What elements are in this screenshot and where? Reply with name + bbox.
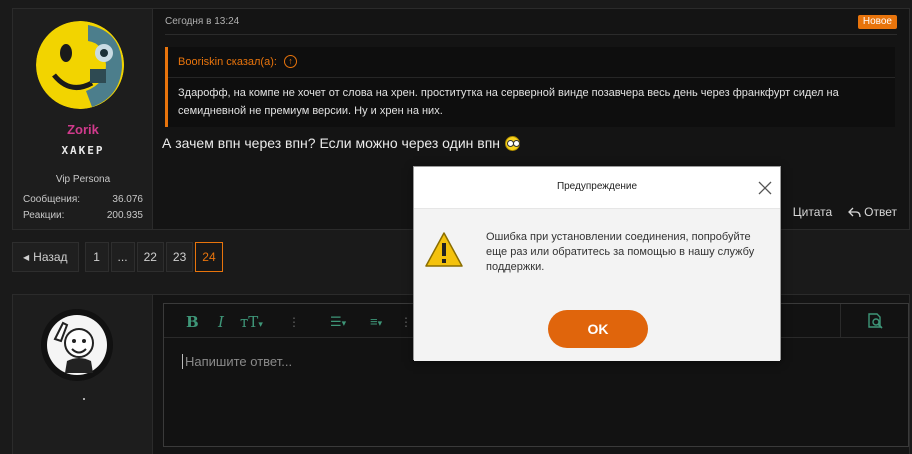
pagination-back-button[interactable]: ◀ Назад: [12, 242, 79, 272]
reply-sidebar: [13, 295, 153, 454]
stat-label: Реакции:: [23, 210, 65, 221]
author-username[interactable]: Zorik: [13, 122, 153, 137]
reply-button[interactable]: Ответ: [848, 205, 897, 219]
page-link-22[interactable]: 22: [136, 242, 164, 272]
warning-icon: [424, 231, 464, 269]
warning-dialog: Предупреждение Ошибка при установлении с…: [413, 166, 781, 361]
author-avatar[interactable]: [36, 21, 124, 109]
page-link-23[interactable]: 23: [165, 242, 194, 272]
arrow-up-icon[interactable]: ↑: [283, 55, 297, 68]
preview-icon: [868, 313, 883, 329]
reply-button-label: Ответ: [864, 205, 897, 219]
close-icon: [758, 181, 772, 195]
post-timestamp[interactable]: Сегодня в 13:24: [165, 16, 239, 27]
quote-block: Booriskin сказал(а): ↑ Здарофф, на компе…: [165, 47, 895, 127]
dialog-title: Предупреждение: [556, 181, 638, 192]
quote-author[interactable]: Booriskin сказал(а):: [178, 56, 277, 68]
stat-value: 36.076: [112, 194, 143, 205]
dialog-message: Ошибка при установлении соединения, попр…: [486, 231, 755, 273]
dialog-body: Ошибка при установлении соединения, попр…: [414, 208, 780, 361]
align-icon[interactable]: ≡▾: [370, 314, 382, 329]
page-link-current[interactable]: 24: [195, 242, 223, 272]
reply-input-placeholder[interactable]: Напишите ответ...: [182, 354, 292, 369]
author-stat-messages: Сообщения: 36.076: [23, 194, 143, 205]
post-author-sidebar: Zorik ХАКЕР Vip Persona Сообщения: 36.07…: [13, 9, 153, 229]
ok-button[interactable]: OK: [548, 310, 648, 348]
more-vertical-icon-2[interactable]: ⋮: [400, 315, 412, 329]
quote-text: Здарофф, на компе не хочет от слова на х…: [178, 87, 839, 117]
author-title: ХАКЕР: [61, 144, 105, 157]
pagination: ◀ Назад 1 ... 22 23 24: [12, 242, 223, 272]
author-stat-reactions: Реакции: 200.935: [23, 210, 143, 221]
quote-header[interactable]: Booriskin сказал(а): ↑: [178, 55, 297, 68]
list-icon[interactable]: ☰▾: [330, 314, 346, 330]
italic-icon[interactable]: I: [218, 313, 224, 331]
stat-label: Сообщения:: [23, 194, 81, 205]
divider: [168, 77, 895, 78]
bold-icon[interactable]: B: [186, 313, 199, 331]
page-link-ellipsis[interactable]: ...: [110, 242, 135, 272]
page-link-1[interactable]: 1: [84, 242, 109, 272]
post-actions: Цитата Ответ: [793, 205, 897, 219]
stat-value: 200.935: [106, 210, 143, 221]
reply-arrow-icon: [848, 207, 861, 217]
post-message: А зачем впн через впн? Если можно через …: [162, 135, 521, 151]
quote-button-label: Цитата: [792, 205, 833, 219]
post-message-text: А зачем впн через впн? Если можно через …: [162, 135, 501, 151]
author-role: Vip Persona: [55, 174, 111, 185]
preview-toggle[interactable]: [840, 304, 908, 338]
smiley-icon: [505, 135, 521, 151]
close-button[interactable]: [756, 179, 774, 197]
quote-button[interactable]: Цитата: [793, 205, 832, 219]
online-indicator: [83, 398, 85, 400]
caret-left-icon: ◀: [23, 252, 30, 262]
new-badge: Новое: [857, 15, 897, 29]
more-vertical-icon[interactable]: ⋮: [288, 315, 300, 329]
text-size-icon[interactable]: тT▾: [240, 313, 263, 331]
back-label: Назад: [33, 250, 68, 264]
divider: [165, 34, 897, 35]
user-avatar[interactable]: [41, 309, 113, 381]
